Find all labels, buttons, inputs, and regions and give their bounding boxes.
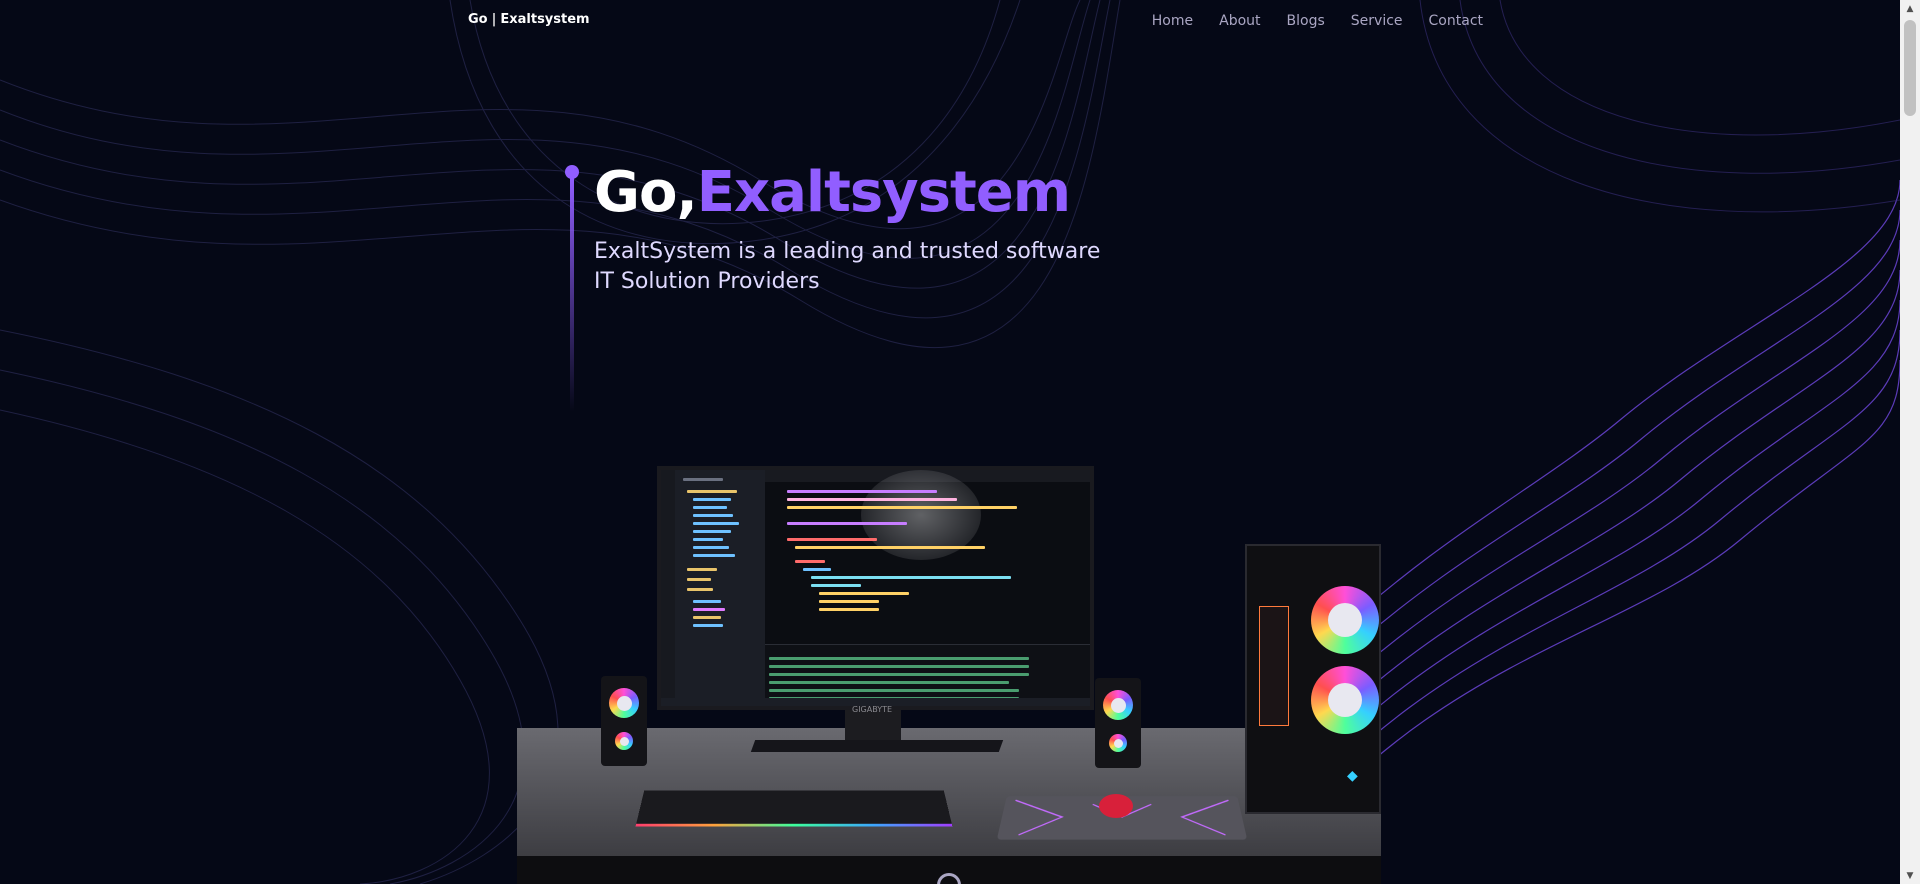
- speaker-ring-icon: [615, 732, 633, 750]
- hero-subtitle-line2: IT Solution Providers: [594, 269, 820, 294]
- monitor-screen: [657, 466, 1094, 710]
- nav-link-about[interactable]: About: [1219, 13, 1260, 29]
- scroll-up-arrow-icon[interactable]: ▲: [1900, 0, 1920, 17]
- pc-tower: ◆: [1245, 544, 1381, 814]
- hero-title-prefix: Go,: [594, 160, 698, 225]
- computer-desk-scene[interactable]: GIGABYTE ◆: [517, 440, 1381, 884]
- speaker-ring-icon: [609, 688, 639, 718]
- scroll-down-arrow-icon[interactable]: ▼: [1900, 867, 1920, 884]
- left-speaker: [601, 676, 647, 766]
- pc-brand-logo-icon: ◆: [1347, 768, 1358, 784]
- logo-link[interactable]: Go | Exaltsystem: [468, 12, 590, 27]
- keyboard: [635, 790, 953, 827]
- logo-text-left: Go: [468, 11, 488, 27]
- page-scrollbar[interactable]: ▲ ▼: [1900, 0, 1920, 884]
- hero-subtitle: ExaltSystem is a leading and trusted sof…: [594, 237, 1154, 297]
- hero-title: Go,Exaltsystem: [594, 158, 1071, 228]
- speaker-ring-icon: [1103, 690, 1133, 720]
- nav-links: Home About Blogs Service Contact: [1152, 10, 1483, 29]
- hero-subtitle-line1: ExaltSystem is a leading and trusted sof…: [594, 239, 1101, 264]
- nav-link-blogs[interactable]: Blogs: [1287, 13, 1325, 29]
- editor-activity-bar: [661, 470, 675, 706]
- scrollbar-thumb[interactable]: [1904, 20, 1916, 116]
- pc-side-panel: [1259, 606, 1289, 726]
- nav-link-service[interactable]: Service: [1351, 13, 1403, 29]
- monitor-foot: [750, 740, 1004, 752]
- nav-link-contact[interactable]: Contact: [1429, 13, 1483, 29]
- pc-fan-icon: [1311, 586, 1379, 654]
- hero-accent-line: [565, 165, 581, 415]
- navbar: Go | Exaltsystem Home About Blogs Servic…: [0, 0, 1900, 38]
- monitor-stand: [845, 710, 901, 744]
- logo-separator: |: [491, 11, 497, 27]
- nav-link-home[interactable]: Home: [1152, 13, 1193, 29]
- hero-accent-bar: [570, 177, 574, 412]
- monitor-brand-label: GIGABYTE: [852, 705, 893, 714]
- editor-file-explorer: [675, 470, 765, 706]
- hero-title-highlight: Exaltsystem: [696, 160, 1071, 225]
- pc-fan-icon: [1311, 666, 1379, 734]
- editor-code-area: [765, 482, 1090, 642]
- right-speaker: [1095, 678, 1141, 768]
- mouse: [1099, 794, 1133, 818]
- speaker-ring-icon: [1109, 734, 1127, 752]
- logo-text-right: Exaltsystem: [500, 11, 590, 27]
- editor-terminal: [765, 644, 1090, 700]
